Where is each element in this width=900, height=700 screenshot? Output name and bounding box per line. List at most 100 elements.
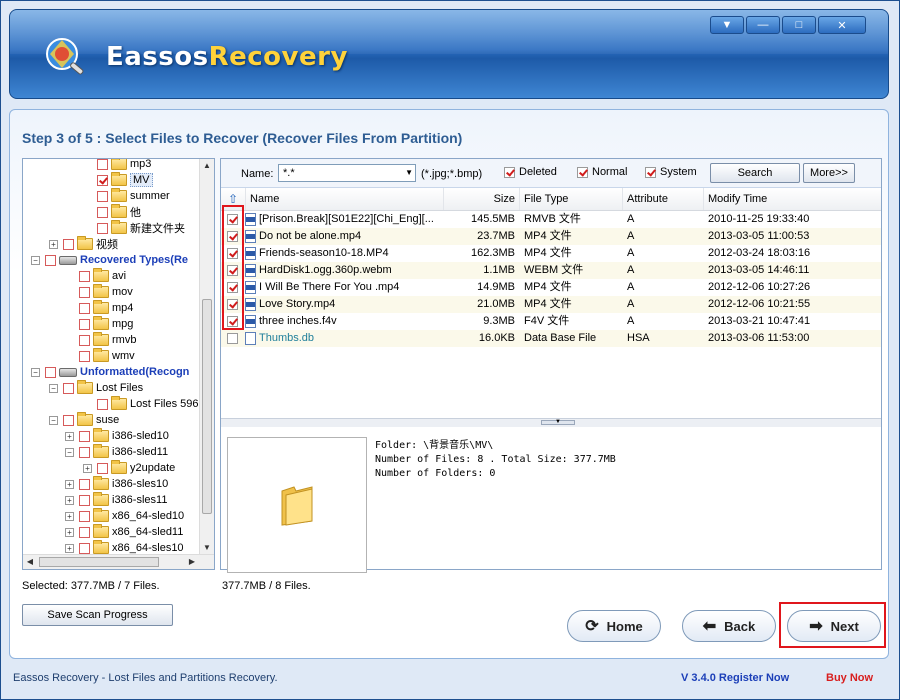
- tree-item[interactable]: + x86_64-sled10: [65, 508, 184, 524]
- column-attribute[interactable]: Attribute: [622, 188, 703, 210]
- checkbox-icon[interactable]: [577, 166, 588, 178]
- tree-item-checkbox[interactable]: [97, 190, 108, 202]
- tree-item-checkbox[interactable]: [97, 398, 108, 410]
- tree-item-checkbox[interactable]: [79, 526, 90, 538]
- expand-icon[interactable]: +: [65, 495, 74, 505]
- tree-item[interactable]: avi: [65, 268, 126, 284]
- tree-item-checkbox[interactable]: [79, 302, 90, 314]
- tree-item-checkbox[interactable]: [97, 462, 108, 474]
- tree-item-checkbox[interactable]: [45, 366, 56, 378]
- tree-item[interactable]: mov: [65, 284, 133, 300]
- tree-item-checkbox[interactable]: [97, 159, 108, 170]
- tree-item-checkbox[interactable]: [79, 270, 90, 282]
- tree-horizontal-scrollbar[interactable]: ◀ ▶: [23, 554, 214, 569]
- deleted-filter-checkbox[interactable]: Deleted: [504, 166, 557, 178]
- expand-icon[interactable]: +: [83, 463, 92, 473]
- tree-item-checkbox[interactable]: [79, 510, 90, 522]
- scroll-right-arrow-icon[interactable]: ▶: [185, 555, 199, 569]
- tree-item[interactable]: wmv: [65, 348, 135, 364]
- tree-item[interactable]: + i386-sles11: [65, 492, 167, 508]
- chevron-down-icon[interactable]: ▼: [405, 168, 413, 177]
- column-modify-time[interactable]: Modify Time: [703, 188, 881, 210]
- tree-item[interactable]: rmvb: [65, 332, 136, 348]
- more-options-button[interactable]: More>>: [803, 163, 855, 183]
- maximize-button[interactable]: □: [782, 16, 816, 34]
- expand-icon[interactable]: +: [65, 511, 74, 521]
- tree-item-checkbox[interactable]: [79, 430, 90, 442]
- file-row[interactable]: HardDisk1.ogg.360p.webm 1.1MB WEBM 文件 A 2013…: [221, 262, 881, 279]
- tree-item[interactable]: + x86_64-sled11: [65, 524, 183, 540]
- scroll-down-arrow-icon[interactable]: ▼: [200, 541, 214, 555]
- expand-icon[interactable]: +: [65, 479, 74, 489]
- register-link[interactable]: V 3.4.0 Register Now: [681, 672, 789, 684]
- tree-item[interactable]: − Lost Files: [49, 380, 143, 396]
- collapse-icon[interactable]: −: [49, 415, 58, 425]
- tree-item-checkbox[interactable]: [79, 446, 90, 458]
- tree-item[interactable]: mpg: [65, 316, 133, 332]
- expand-icon[interactable]: +: [49, 239, 58, 249]
- file-row[interactable]: Do not be alone.mp4 23.7MB MP4 文件 A 2013-03-…: [221, 228, 881, 245]
- column-file-type[interactable]: File Type: [519, 188, 622, 210]
- tree-item-checkbox[interactable]: [79, 494, 90, 506]
- tree-item-checkbox[interactable]: [79, 318, 90, 330]
- file-row[interactable]: Thumbs.db 16.0KB Data Base File HSA 2013-03-…: [221, 330, 881, 347]
- tree-item[interactable]: + i386-sles10: [65, 476, 168, 492]
- tree-item-checkbox[interactable]: [79, 542, 90, 554]
- splitter-handle-icon[interactable]: ▼: [541, 419, 575, 425]
- tree-item-checkbox[interactable]: [63, 238, 74, 250]
- tree-item[interactable]: mp3: [83, 159, 151, 172]
- file-row[interactable]: three inches.f4v 9.3MB F4V 文件 A 2013-03-21 1…: [221, 313, 881, 330]
- tree-item[interactable]: + y2update: [83, 460, 175, 476]
- collapse-icon[interactable]: −: [31, 255, 40, 265]
- scroll-left-arrow-icon[interactable]: ◀: [23, 555, 37, 569]
- collapse-icon[interactable]: −: [31, 367, 40, 377]
- file-row[interactable]: Friends-season10-18.MP4 162.3MB MP4 文件 A 201…: [221, 245, 881, 262]
- save-scan-progress-button[interactable]: Save Scan Progress: [22, 604, 173, 626]
- tree-item-checkbox[interactable]: [63, 382, 74, 394]
- tree-item-checkbox[interactable]: [97, 206, 108, 218]
- collapse-icon[interactable]: −: [65, 447, 74, 457]
- back-button[interactable]: ⬅ Back: [682, 610, 776, 642]
- column-size[interactable]: Size: [443, 188, 519, 210]
- close-button[interactable]: ✕: [818, 16, 866, 34]
- tree-item-checkbox[interactable]: [45, 254, 56, 266]
- tree-item-checkbox[interactable]: [79, 478, 90, 490]
- column-name[interactable]: Name: [245, 188, 443, 210]
- tree-item[interactable]: Lost Files 596: [83, 396, 198, 412]
- tree-item[interactable]: − Unformatted(Recogn: [31, 364, 189, 380]
- buy-now-link[interactable]: Buy Now: [826, 672, 873, 684]
- tree-item[interactable]: − i386-sled11: [65, 444, 168, 460]
- next-button[interactable]: ➡ Next: [787, 610, 881, 642]
- system-filter-checkbox[interactable]: System: [645, 166, 697, 178]
- tree-vertical-scrollbar[interactable]: ▲ ▼: [199, 159, 214, 555]
- expand-icon[interactable]: +: [65, 527, 74, 537]
- tree-item[interactable]: MV: [83, 172, 153, 188]
- home-button[interactable]: ⟳ Home: [567, 610, 661, 642]
- tree-item[interactable]: + 视频: [49, 236, 118, 252]
- file-row-checkbox[interactable]: [227, 333, 238, 344]
- tree-item-checkbox[interactable]: [63, 414, 74, 426]
- file-row[interactable]: [Prison.Break][S01E22][Chi_Eng][... 145.5…: [221, 211, 881, 228]
- tree-item-checkbox[interactable]: [97, 174, 108, 186]
- tree-item[interactable]: + x86_64-sles10: [65, 540, 184, 555]
- tree-item-checkbox[interactable]: [79, 350, 90, 362]
- tree-item[interactable]: summer: [83, 188, 170, 204]
- tree-scroll-thumb[interactable]: [202, 299, 212, 514]
- tree-item[interactable]: 新建文件夹: [83, 220, 185, 236]
- minimize-button[interactable]: —: [746, 16, 780, 34]
- tree-item-checkbox[interactable]: [97, 222, 108, 234]
- normal-filter-checkbox[interactable]: Normal: [577, 166, 627, 178]
- expand-icon[interactable]: +: [65, 431, 74, 441]
- checkbox-icon[interactable]: [645, 166, 656, 178]
- tree-item[interactable]: − suse: [49, 412, 119, 428]
- collapse-icon[interactable]: −: [49, 383, 58, 393]
- scroll-up-arrow-icon[interactable]: ▲: [200, 159, 214, 173]
- file-row[interactable]: I Will Be There For You .mp4 14.9MB MP4 文件…: [221, 279, 881, 296]
- tree-item[interactable]: mp4: [65, 300, 133, 316]
- search-button[interactable]: Search: [710, 163, 800, 183]
- tree-item-checkbox[interactable]: [79, 334, 90, 346]
- tree-item[interactable]: − Recovered Types(Re: [31, 252, 188, 268]
- file-row[interactable]: Love Story.mp4 21.0MB MP4 文件 A 2012-12-06 10…: [221, 296, 881, 313]
- tree-item-checkbox[interactable]: [79, 286, 90, 298]
- menu-dropdown-button[interactable]: ▼: [710, 16, 744, 34]
